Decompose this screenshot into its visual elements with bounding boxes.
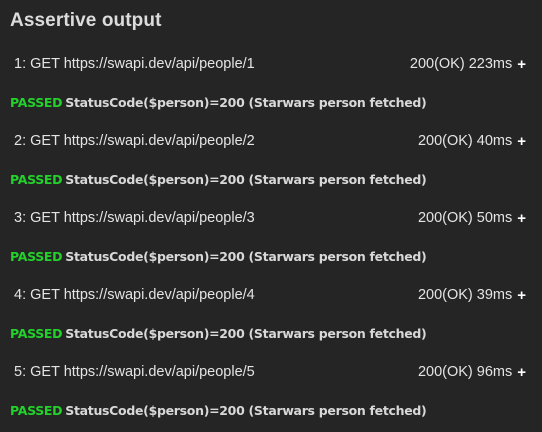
response-status: 200(OK) 50ms (417, 210, 513, 226)
response-status: 200(OK) 39ms (417, 287, 513, 303)
passed-badge: PASSED (10, 326, 63, 341)
response-status: 200(OK) 223ms (409, 56, 513, 72)
request-row[interactable]: 4: GET https://swapi.dev/api/people/4 20… (14, 278, 526, 312)
assertion-text: StatusCode($person)=200 (Starwars person… (65, 403, 427, 418)
passed-badge: PASSED (10, 249, 63, 264)
request-entry: 2: GET https://swapi.dev/api/people/2 20… (0, 124, 542, 201)
request-list: 1: GET https://swapi.dev/api/people/1 20… (0, 47, 542, 432)
assertion-text: StatusCode($person)=200 (Starwars person… (65, 249, 427, 264)
passed-badge: PASSED (10, 95, 63, 110)
request-line: 3: GET https://swapi.dev/api/people/3 (14, 210, 255, 226)
request-row[interactable]: 2: GET https://swapi.dev/api/people/2 20… (14, 124, 526, 158)
request-line: 1: GET https://swapi.dev/api/people/1 (14, 56, 255, 72)
expand-plus-icon[interactable]: + (517, 134, 526, 149)
request-line: 5: GET https://swapi.dev/api/people/5 (14, 364, 255, 380)
assertion-text: StatusCode($person)=200 (Starwars person… (65, 172, 427, 187)
request-entry: 5: GET https://swapi.dev/api/people/5 20… (0, 355, 542, 432)
request-row[interactable]: 5: GET https://swapi.dev/api/people/5 20… (14, 355, 526, 389)
request-line: 2: GET https://swapi.dev/api/people/2 (14, 133, 255, 149)
passed-badge: PASSED (10, 403, 63, 418)
expand-plus-icon[interactable]: + (517, 57, 526, 72)
request-entry: 1: GET https://swapi.dev/api/people/1 20… (0, 47, 542, 124)
assertion-row: PASSED StatusCode($person)=200 (Starwars … (10, 326, 427, 341)
assertion-row: PASSED StatusCode($person)=200 (Starwars … (10, 95, 427, 110)
assertion-text: StatusCode($person)=200 (Starwars person… (65, 326, 427, 341)
expand-plus-icon[interactable]: + (517, 211, 526, 226)
assertion-row: PASSED StatusCode($person)=200 (Starwars … (10, 249, 427, 264)
request-line: 4: GET https://swapi.dev/api/people/4 (14, 287, 255, 303)
request-entry: 4: GET https://swapi.dev/api/people/4 20… (0, 278, 542, 355)
request-row[interactable]: 3: GET https://swapi.dev/api/people/3 20… (14, 201, 526, 235)
assertion-row: PASSED StatusCode($person)=200 (Starwars … (10, 403, 427, 418)
response-status: 200(OK) 96ms (417, 364, 513, 380)
expand-plus-icon[interactable]: + (517, 288, 526, 303)
assertion-row: PASSED StatusCode($person)=200 (Starwars … (10, 172, 427, 187)
request-row[interactable]: 1: GET https://swapi.dev/api/people/1 20… (14, 47, 526, 81)
panel-title: Assertive output (10, 10, 162, 31)
assertion-text: StatusCode($person)=200 (Starwars person… (65, 95, 427, 110)
assertive-output-panel: Assertive output 1: GET https://swapi.de… (0, 0, 542, 427)
passed-badge: PASSED (10, 172, 63, 187)
request-entry: 3: GET https://swapi.dev/api/people/3 20… (0, 201, 542, 278)
response-status: 200(OK) 40ms (417, 133, 513, 149)
expand-plus-icon[interactable]: + (517, 365, 526, 380)
